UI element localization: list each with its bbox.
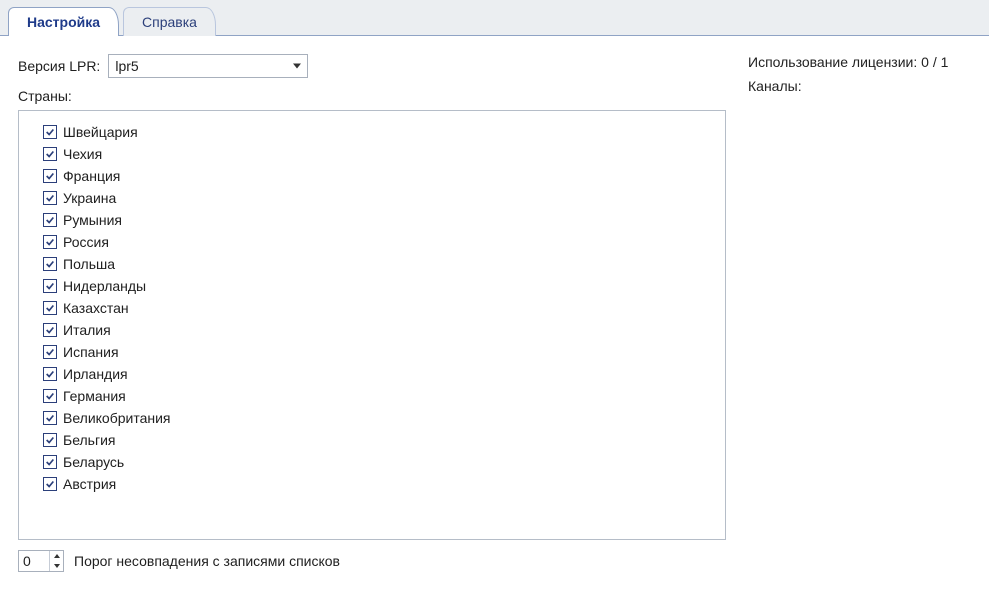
country-checkbox[interactable] [43, 301, 57, 315]
threshold-value[interactable]: 0 [19, 551, 49, 571]
country-checkbox[interactable] [43, 455, 57, 469]
country-label: Нидерланды [63, 278, 146, 294]
country-label: Германия [63, 388, 126, 404]
country-label: Великобритания [63, 410, 171, 426]
country-label: Австрия [63, 476, 116, 492]
country-checkbox[interactable] [43, 367, 57, 381]
country-checkbox[interactable] [43, 411, 57, 425]
list-item: Ирландия [43, 363, 725, 385]
country-checkbox[interactable] [43, 257, 57, 271]
tab-help[interactable]: Справка [123, 7, 216, 36]
country-checkbox[interactable] [43, 125, 57, 139]
version-select-value: lpr5 [115, 58, 138, 74]
list-item: Беларусь [43, 451, 725, 473]
chevron-down-icon [293, 64, 301, 69]
list-item: Россия [43, 231, 725, 253]
country-checkbox[interactable] [43, 235, 57, 249]
country-label: Россия [63, 234, 109, 250]
country-checkbox[interactable] [43, 433, 57, 447]
threshold-step-up[interactable] [50, 551, 63, 561]
list-item: Италия [43, 319, 725, 341]
threshold-spinner[interactable]: 0 [18, 550, 64, 572]
country-checkbox[interactable] [43, 213, 57, 227]
chevron-down-icon [54, 564, 60, 568]
country-checkbox[interactable] [43, 345, 57, 359]
country-checkbox[interactable] [43, 147, 57, 161]
tab-help-label: Справка [142, 14, 197, 30]
license-usage-label: Использование лицензии: [748, 54, 917, 70]
country-checkbox[interactable] [43, 477, 57, 491]
list-item: Австрия [43, 473, 725, 495]
list-item: Бельгия [43, 429, 725, 451]
country-checkbox[interactable] [43, 279, 57, 293]
country-checkbox[interactable] [43, 169, 57, 183]
tab-settings[interactable]: Настройка [8, 7, 119, 36]
threshold-label: Порог несовпадения с записями списков [74, 553, 340, 569]
tab-settings-label: Настройка [27, 14, 100, 30]
list-item: Польша [43, 253, 725, 275]
channels-label: Каналы: [748, 78, 802, 94]
country-checkbox[interactable] [43, 323, 57, 337]
country-checkbox[interactable] [43, 389, 57, 403]
list-item: Казахстан [43, 297, 725, 319]
countries-label: Страны: [18, 88, 738, 104]
list-item: Великобритания [43, 407, 725, 429]
threshold-step-down[interactable] [50, 561, 63, 571]
countries-listbox[interactable]: Швейцария Чехия Франция Украина Румыния Росси… [18, 110, 726, 540]
list-item: Украина [43, 187, 725, 209]
country-label: Беларусь [63, 454, 124, 470]
tab-bar: Настройка Справка [0, 0, 989, 36]
country-label: Швейцария [63, 124, 138, 140]
version-label: Версия LPR: [18, 58, 100, 74]
list-item: Германия [43, 385, 725, 407]
list-item: Нидерланды [43, 275, 725, 297]
country-label: Испания [63, 344, 119, 360]
list-item: Чехия [43, 143, 725, 165]
country-label: Польша [63, 256, 115, 272]
list-item: Испания [43, 341, 725, 363]
license-usage-value: 0 / 1 [921, 54, 948, 70]
chevron-up-icon [54, 554, 60, 558]
country-label: Чехия [63, 146, 102, 162]
list-item: Франция [43, 165, 725, 187]
country-label: Румыния [63, 212, 122, 228]
country-label: Казахстан [63, 300, 129, 316]
country-label: Франция [63, 168, 120, 184]
country-label: Бельгия [63, 432, 115, 448]
country-label: Италия [63, 322, 111, 338]
country-checkbox[interactable] [43, 191, 57, 205]
country-label: Ирландия [63, 366, 128, 382]
country-label: Украина [63, 190, 116, 206]
list-item: Швейцария [43, 121, 725, 143]
version-select[interactable]: lpr5 [108, 54, 308, 78]
list-item: Румыния [43, 209, 725, 231]
